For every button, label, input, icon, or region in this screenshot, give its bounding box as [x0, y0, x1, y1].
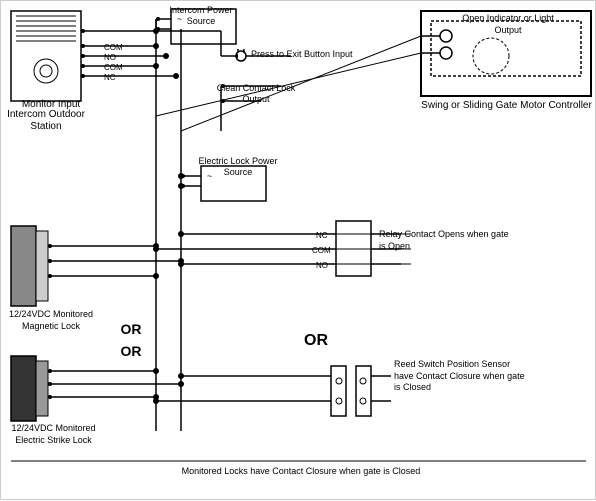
motor-controller-label: Swing or Sliding Gate Motor Controller: [419, 99, 594, 112]
open-indicator-label: Open Indicator or Light Output: [448, 13, 568, 36]
or-top-label: OR: [116, 321, 146, 338]
svg-text:COM: COM: [104, 43, 123, 52]
svg-text:COM: COM: [104, 63, 123, 72]
monitored-locks-label: Monitored Locks have Contact Closure whe…: [131, 466, 471, 477]
intercom-outdoor-label: Intercom Outdoor Station: [6, 109, 86, 133]
or-bottom-label: OR: [116, 343, 146, 360]
intercom-power-label: Intercom Power Source: [166, 5, 236, 27]
reed-switch-label: Reed Switch Position Sensor have Contact…: [394, 359, 529, 394]
svg-text:NO: NO: [104, 53, 116, 62]
svg-text:COM: COM: [312, 246, 331, 255]
svg-text:NC: NC: [316, 231, 328, 240]
or-center-label: OR: [296, 331, 336, 350]
clean-contact-label: Clean Contact Lock Output: [206, 83, 306, 105]
magnetic-lock-label: 12/24VDC Monitored Magnetic Lock: [6, 309, 96, 332]
wiring-diagram: COM NO COM NC ~: [0, 0, 596, 500]
electric-lock-power-label: Electric Lock Power Source: [198, 156, 278, 178]
electric-strike-label: 12/24VDC Monitored Electric Strike Lock: [6, 423, 101, 446]
svg-text:NC: NC: [104, 73, 116, 82]
svg-text:NO: NO: [316, 261, 328, 270]
press-exit-label: Press to Exit Button Input: [251, 49, 381, 60]
relay-contact-label: Relay Contact Opens when gate is Open: [379, 229, 509, 252]
